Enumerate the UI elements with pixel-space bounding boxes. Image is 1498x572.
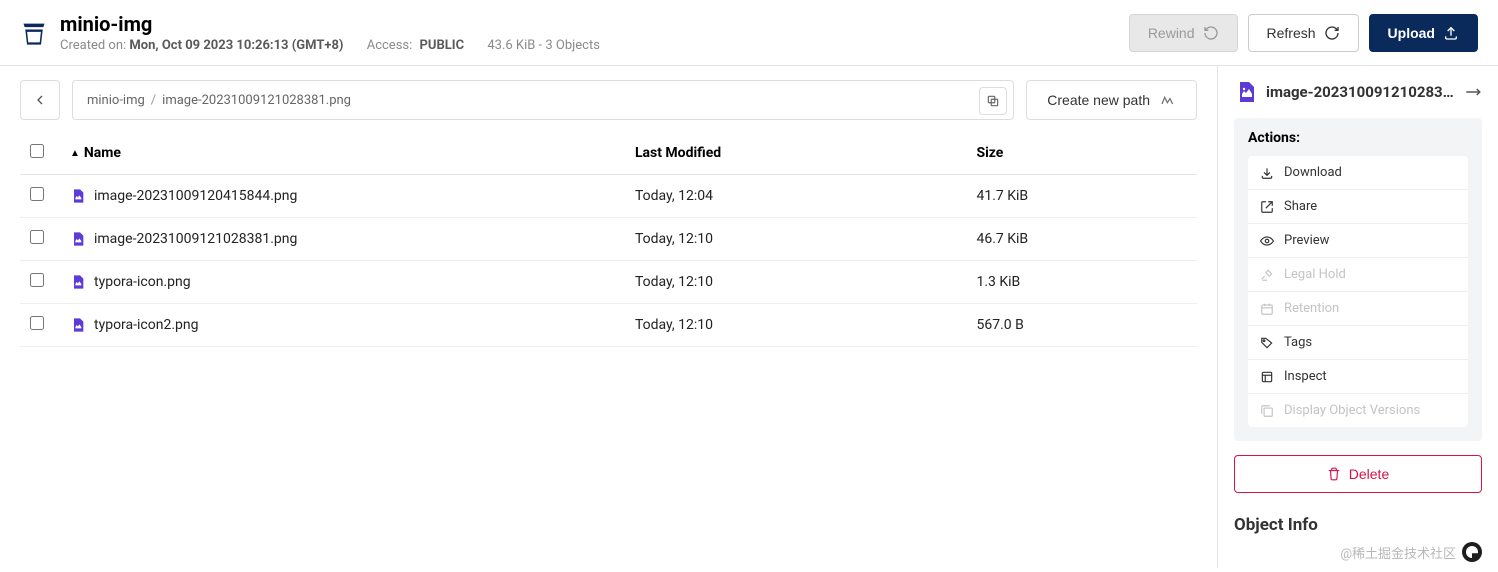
select-all-checkbox[interactable] [30, 144, 44, 158]
file-name-label: typora-icon2.png [94, 317, 198, 333]
upload-button[interactable]: Upload [1369, 14, 1478, 52]
nav-back-button[interactable] [20, 80, 60, 120]
upload-icon [1443, 25, 1459, 41]
refresh-icon [1324, 25, 1340, 41]
bucket-info: minio-img Created on: Mon, Oct 09 2023 1… [60, 12, 1129, 53]
action-download[interactable]: Download [1248, 156, 1468, 190]
download-icon [1260, 166, 1274, 180]
table-row[interactable]: typora-icon.png Today, 12:10 1.3 KiB [20, 261, 1197, 304]
action-share[interactable]: Share [1248, 190, 1468, 224]
create-path-button[interactable]: Create new path [1026, 80, 1197, 120]
bucket-meta: Created on: Mon, Oct 09 2023 10:26:13 (G… [60, 38, 1129, 53]
watermark-badge-icon [1462, 542, 1482, 562]
table-row[interactable]: typora-icon2.png Today, 12:10 567.0 B [20, 304, 1197, 347]
file-modified: Today, 12:04 [625, 175, 967, 218]
table-row[interactable]: image-20231009120415844.png Today, 12:04… [20, 175, 1197, 218]
action-retention: Retention [1248, 292, 1468, 326]
col-modified[interactable]: Last Modified [625, 132, 967, 175]
object-table: ▲Name Last Modified Size image-202310091… [20, 132, 1197, 347]
delete-button[interactable]: Delete [1234, 455, 1482, 493]
actions-panel: Actions: Download Share Preview Legal Ho… [1234, 118, 1482, 441]
row-checkbox[interactable] [30, 230, 44, 244]
file-name-label: image-20231009120415844.png [94, 188, 297, 204]
bucket-icon [20, 19, 48, 47]
rewind-icon [1203, 25, 1219, 41]
object-info-heading: Object Info [1234, 511, 1482, 535]
image-file-icon [1234, 80, 1258, 104]
refresh-button[interactable]: Refresh [1248, 14, 1359, 52]
file-modified: Today, 12:10 [625, 261, 967, 304]
col-size[interactable]: Size [966, 132, 1197, 175]
row-checkbox[interactable] [30, 316, 44, 330]
col-name[interactable]: ▲Name [60, 132, 625, 175]
file-size: 41.7 KiB [966, 175, 1197, 218]
new-path-icon [1160, 92, 1176, 108]
trash-icon [1327, 467, 1341, 481]
bucket-title: minio-img [60, 12, 1129, 36]
copy-path-button[interactable] [979, 87, 1007, 115]
file-size: 46.7 KiB [966, 218, 1197, 261]
tag-icon [1260, 336, 1274, 350]
rewind-button: Rewind [1129, 14, 1238, 52]
share-icon [1260, 200, 1274, 214]
image-file-icon [70, 231, 86, 247]
image-file-icon [70, 274, 86, 290]
action-versions: Display Object Versions [1248, 394, 1468, 427]
file-size: 567.0 B [966, 304, 1197, 347]
inspect-icon [1260, 370, 1274, 384]
watermark: @稀土掘金技术社区 [1340, 542, 1482, 562]
image-file-icon [70, 188, 86, 204]
copy-icon [986, 94, 1000, 108]
expand-icon[interactable] [1464, 83, 1482, 101]
file-modified: Today, 12:10 [625, 218, 967, 261]
action-preview[interactable]: Preview [1248, 224, 1468, 258]
action-tags[interactable]: Tags [1248, 326, 1468, 360]
breadcrumb[interactable]: minio-img / image-20231009121028381.png [72, 80, 1014, 120]
eye-icon [1260, 234, 1274, 248]
actions-label: Actions: [1248, 130, 1468, 146]
file-name-label: typora-icon.png [94, 274, 191, 290]
file-name-label: image-20231009121028381.png [94, 231, 297, 247]
chevron-left-icon [32, 92, 48, 108]
sort-asc-icon: ▲ [70, 148, 80, 159]
gavel-icon [1260, 268, 1274, 282]
file-size: 1.3 KiB [966, 261, 1197, 304]
breadcrumb-root[interactable]: minio-img [87, 93, 145, 108]
file-modified: Today, 12:10 [625, 304, 967, 347]
table-row[interactable]: image-20231009121028381.png Today, 12:10… [20, 218, 1197, 261]
breadcrumb-path: image-20231009121028381.png [162, 93, 351, 108]
row-checkbox[interactable] [30, 187, 44, 201]
action-legal-hold: Legal Hold [1248, 258, 1468, 292]
action-inspect[interactable]: Inspect [1248, 360, 1468, 394]
calendar-icon [1260, 302, 1274, 316]
image-file-icon [70, 317, 86, 333]
row-checkbox[interactable] [30, 273, 44, 287]
versions-icon [1260, 404, 1274, 418]
selected-object-name: image-20231009121028381.... [1266, 83, 1456, 101]
